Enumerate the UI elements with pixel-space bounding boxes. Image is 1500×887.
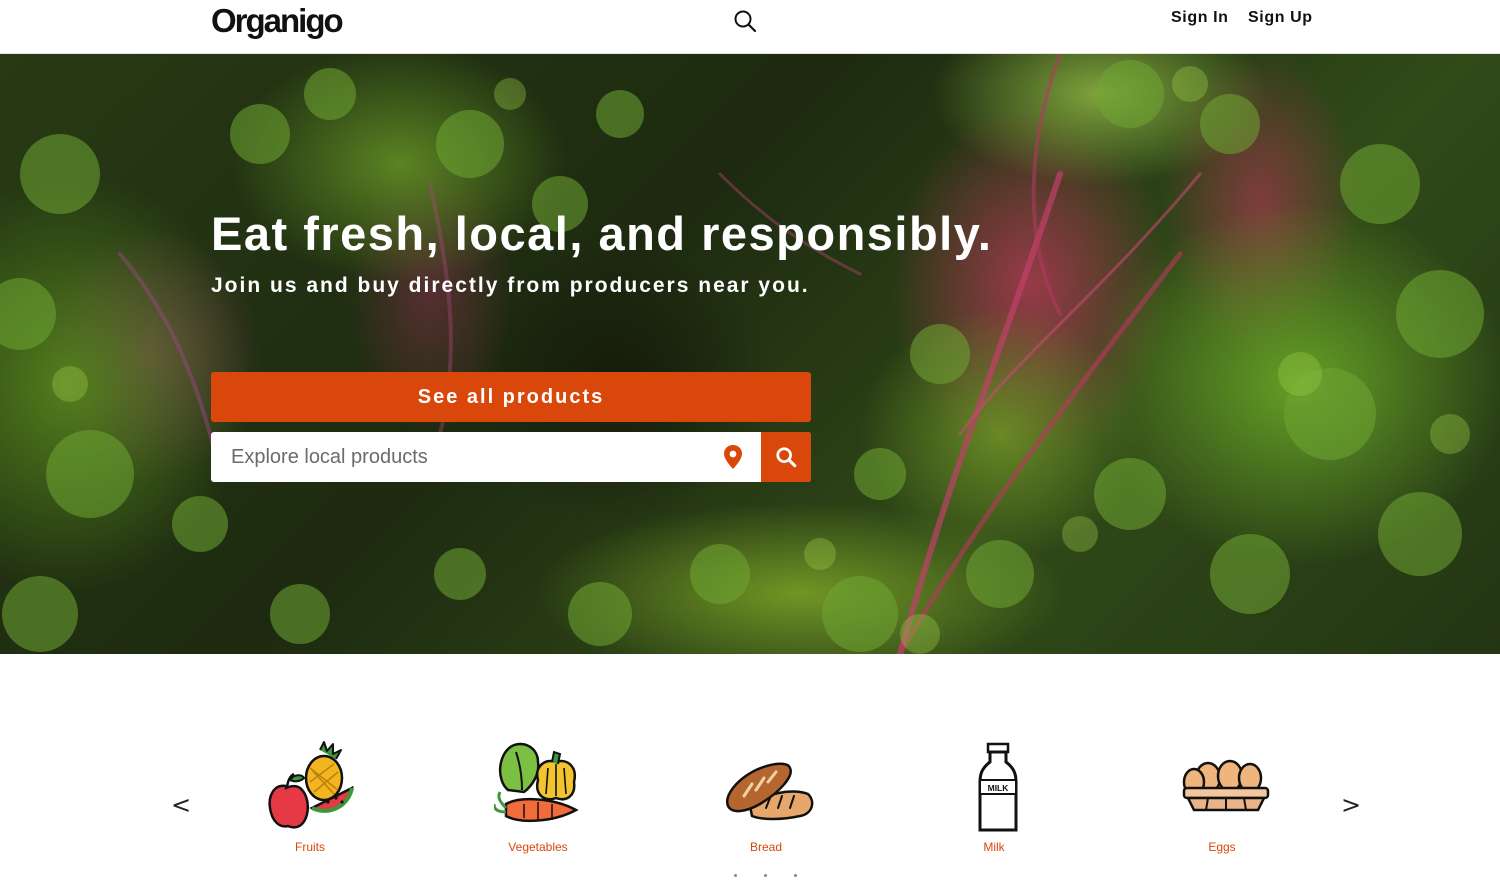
category-eggs[interactable]: Eggs: [1152, 740, 1292, 860]
bread-icon: [725, 762, 814, 821]
carousel-dot[interactable]: [764, 874, 767, 877]
vegetables-icon: [494, 742, 579, 822]
carousel-pagination: [728, 872, 808, 878]
category-label: Bread: [749, 840, 783, 854]
see-all-products-button[interactable]: See all products: [211, 372, 811, 422]
category-milk[interactable]: MILK Milk: [924, 740, 1064, 860]
category-label: Vegetables: [508, 840, 568, 854]
site-header: Organigo Sign In Sign Up: [0, 0, 1500, 54]
kale-background-image: [0, 54, 1484, 654]
category-carousel: < Fruits Vegetables Bread MILK Milk Eggs…: [0, 654, 1500, 887]
carousel-prev-button[interactable]: <: [171, 791, 191, 819]
milk-bottle-label: MILK: [988, 783, 1010, 793]
carousel-dot[interactable]: [734, 874, 737, 877]
site-logo[interactable]: Organigo: [211, 2, 344, 40]
carousel-dot[interactable]: [794, 874, 797, 877]
sign-up-link[interactable]: Sign Up: [1248, 9, 1313, 27]
milk-icon: MILK: [978, 742, 1018, 832]
search-icon: [776, 447, 797, 468]
carousel-next-button[interactable]: >: [1341, 791, 1361, 819]
category-label: Eggs: [1208, 840, 1236, 854]
category-vegetables[interactable]: Vegetables: [468, 740, 608, 860]
product-search-input[interactable]: [211, 432, 716, 482]
category-fruits[interactable]: Fruits: [240, 740, 380, 860]
search-submit-button[interactable]: [761, 432, 811, 482]
category-label: Fruits: [295, 840, 325, 854]
product-search-bar: [211, 432, 811, 482]
hero-banner: Eat fresh, local, and responsibly. Join …: [0, 54, 1500, 654]
sign-in-link[interactable]: Sign In: [1171, 9, 1229, 27]
search-icon[interactable]: [733, 9, 757, 33]
category-label: Milk: [983, 840, 1005, 854]
map-pin-icon[interactable]: [721, 444, 745, 470]
eggs-icon: [1182, 759, 1270, 812]
category-bread[interactable]: Bread: [696, 740, 836, 860]
fruits-icon: [268, 741, 354, 829]
hero-title: Eat fresh, local, and responsibly.: [211, 207, 993, 260]
hero-subtitle: Join us and buy directly from producers …: [211, 274, 810, 297]
